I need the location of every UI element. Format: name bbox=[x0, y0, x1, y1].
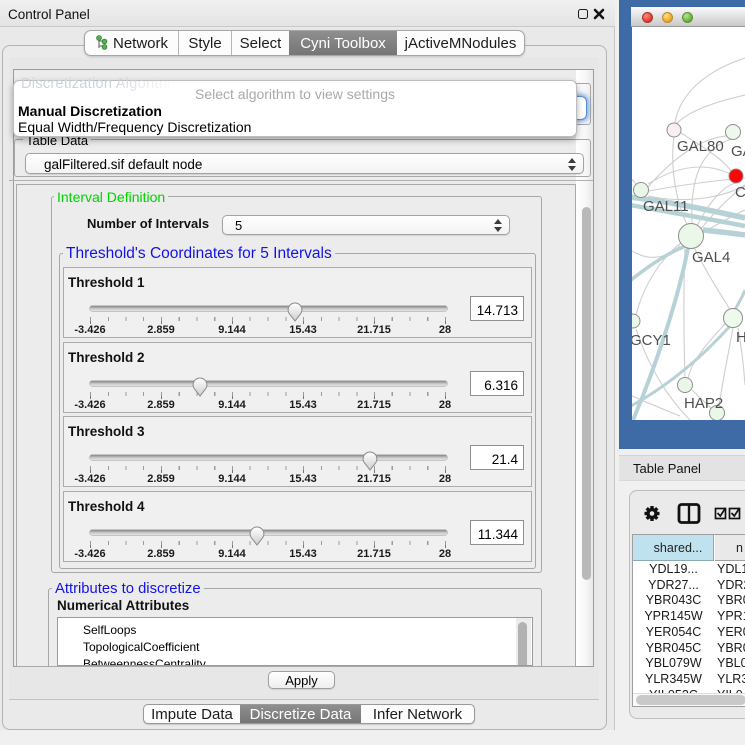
svg-text:H: H bbox=[736, 329, 745, 346]
svg-text:HAP2: HAP2 bbox=[684, 395, 723, 412]
svg-text:C: C bbox=[735, 184, 745, 201]
svg-text:GAL11: GAL11 bbox=[643, 198, 689, 215]
svg-text:GAL80: GAL80 bbox=[677, 138, 724, 155]
svg-text:GCY1: GCY1 bbox=[632, 332, 671, 349]
svg-text:GA: GA bbox=[731, 143, 745, 160]
svg-text:GAL4: GAL4 bbox=[692, 249, 730, 266]
